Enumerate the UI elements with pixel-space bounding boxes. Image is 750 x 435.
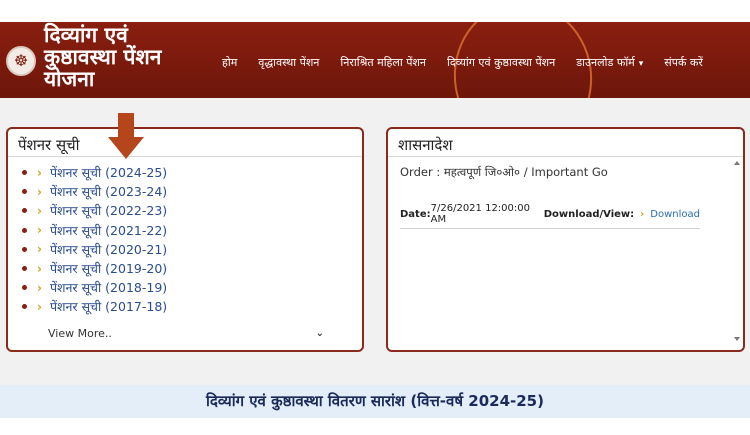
- bullet-icon: [22, 246, 27, 252]
- list-item-label: पेंशनर सूची (2019-20): [49, 261, 168, 277]
- date-label: Date:: [400, 208, 431, 220]
- view-more-toggle[interactable]: View More.. ⌄: [48, 327, 324, 340]
- chevron-right-icon: ›: [640, 208, 645, 220]
- bullet-icon: [22, 208, 27, 214]
- nav-widow-pension[interactable]: निराश्रित महिला पेंशन: [340, 55, 426, 70]
- pension-list-title: पेंशनर सूची: [18, 136, 80, 154]
- list-item[interactable]: › पेंशनर सूची (2017-18): [22, 297, 167, 316]
- main-nav: होम वृद्धावस्था पेंशन निराश्रित महिला पे…: [222, 52, 703, 72]
- scroll-down-icon[interactable]: [734, 337, 740, 341]
- up-emblem-icon[interactable]: ☸: [6, 46, 36, 76]
- list-item-label: पेंशनर सूची (2020-21): [49, 241, 168, 257]
- site-brand[interactable]: दिव्यांग एवं कुष्ठावस्था पेंशन योजना: [44, 24, 194, 90]
- nav-home[interactable]: होम: [222, 55, 237, 70]
- bullet-icon: [22, 285, 27, 291]
- download-link[interactable]: Download: [650, 209, 700, 220]
- nav-download-form-label: डाउनलोड फॉर्म: [576, 55, 635, 69]
- shasanadesh-title: शासनादेश: [398, 136, 453, 154]
- scroll-up-icon[interactable]: [734, 161, 740, 165]
- pension-list: › पेंशनर सूची (2024-25) › पेंशनर सूची (202…: [22, 163, 167, 317]
- bullet-icon: [22, 304, 27, 310]
- nav-download-form[interactable]: डाउनलोड फॉर्म ▾: [576, 55, 643, 70]
- nav-contact[interactable]: संपर्क करें: [664, 55, 703, 70]
- chevron-right-icon: ›: [37, 223, 42, 238]
- list-item-label: पेंशनर सूची (2021-22): [49, 222, 168, 238]
- list-item-label: पेंशनर सूची (2017-18): [49, 299, 168, 315]
- download-label: Download/View:: [543, 208, 635, 220]
- order-value: महत्वपूर्ण जि०ओ० / Important Go: [443, 165, 608, 179]
- list-item[interactable]: › पेंशनर सूची (2021-22): [22, 221, 167, 240]
- chevron-right-icon: ›: [37, 165, 42, 180]
- bullet-icon: [22, 227, 27, 233]
- chevron-right-icon: ›: [37, 203, 42, 218]
- bullet-icon: [22, 189, 27, 195]
- panel-divider: [8, 156, 362, 157]
- chevron-right-icon: ›: [37, 299, 42, 314]
- list-item-label: पेंशनर सूची (2024-25): [49, 165, 168, 181]
- list-item[interactable]: › पेंशनर सूची (2022-23): [22, 201, 167, 220]
- order-label: Order :: [400, 165, 441, 179]
- pension-list-panel: पेंशनर सूची › पेंशनर सूची (2024-25) › पेंश…: [6, 127, 364, 352]
- brand-line-2: कुष्ठावस्था पेंशन: [44, 45, 162, 69]
- order-line: Order : महत्वपूर्ण जि०ओ० / Important Go: [400, 165, 608, 180]
- shasanadesh-panel: शासनादेश Order : महत्वपूर्ण जि०ओ० / Impo…: [386, 127, 745, 352]
- list-item[interactable]: › पेंशनर सूची (2019-20): [22, 259, 167, 278]
- site-header: ☸ दिव्यांग एवं कुष्ठावस्था पेंशन योजना ह…: [0, 22, 750, 98]
- nav-old-age-pension[interactable]: वृद्धावस्था पेंशन: [258, 55, 319, 70]
- arrow-shaft: [118, 113, 134, 139]
- list-item-label: पेंशनर सूची (2023-24): [49, 184, 168, 200]
- list-item-label: पेंशनर सूची (2018-19): [49, 280, 168, 296]
- arrow-down-icon: [108, 113, 144, 163]
- list-item-label: पेंशनर सूची (2022-23): [49, 203, 168, 219]
- list-item[interactable]: › पेंशनर सूची (2024-25): [22, 163, 167, 182]
- list-item[interactable]: › पेंशनर सूची (2018-19): [22, 278, 167, 297]
- chevron-right-icon: ›: [37, 280, 42, 295]
- panel-divider: [388, 156, 743, 157]
- list-item[interactable]: › पेंशनर सूची (2020-21): [22, 240, 167, 259]
- chevron-down-icon: ⌄: [315, 328, 324, 339]
- bullet-icon: [22, 170, 27, 176]
- bullet-icon: [22, 266, 27, 272]
- view-more-label: View More..: [48, 327, 112, 340]
- list-item[interactable]: › पेंशनर सूची (2023-24): [22, 182, 167, 201]
- order-meta: Date: 7/26/2021 12:00:00 AM Download/Vie…: [400, 203, 700, 229]
- brand-line-1: दिव्यांग एवं: [44, 23, 128, 47]
- chevron-right-icon: ›: [37, 242, 42, 257]
- chevron-right-icon: ›: [37, 184, 42, 199]
- brand-line-3: योजना: [44, 67, 95, 91]
- chevron-down-icon: ▾: [638, 58, 644, 69]
- arrow-head: [108, 137, 144, 159]
- date-value: 7/26/2021 12:00:00 AM: [430, 203, 530, 225]
- summary-title: दिव्यांग एवं कुष्ठावस्था वितरण सारांश (व…: [206, 392, 544, 410]
- chevron-right-icon: ›: [37, 261, 42, 276]
- nav-divyang-pension[interactable]: दिव्यांग एवं कुष्ठावस्था पेंशन: [447, 55, 555, 70]
